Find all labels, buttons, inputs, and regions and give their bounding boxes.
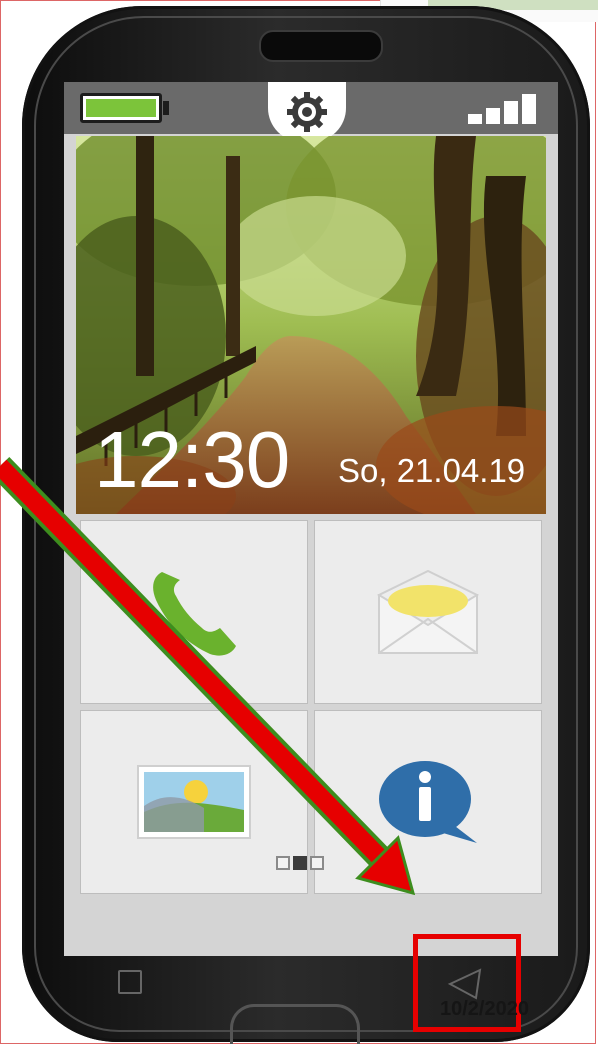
phone-screen: 12:30 So, 21.04.19 bbox=[64, 82, 558, 956]
phone-icon bbox=[153, 572, 236, 656]
info-icon bbox=[379, 761, 477, 843]
tile-phone[interactable] bbox=[80, 520, 308, 704]
signal-bar bbox=[504, 101, 518, 124]
picture-icon bbox=[137, 765, 251, 839]
tile-gallery[interactable] bbox=[80, 710, 308, 894]
battery-tip bbox=[163, 101, 169, 115]
page-dot-active bbox=[293, 856, 307, 870]
recent-apps-button[interactable] bbox=[118, 970, 142, 994]
clock-time: 12:30 bbox=[94, 415, 290, 504]
page-dot bbox=[276, 856, 290, 870]
signal-bar bbox=[522, 94, 536, 124]
settings-button[interactable] bbox=[268, 82, 346, 142]
page-indicator bbox=[276, 856, 324, 870]
signal-strength-icon bbox=[468, 94, 542, 124]
date-stamp: 10/2/2020 bbox=[440, 998, 529, 1020]
wallpaper-forest: 12:30 So, 21.04.19 bbox=[76, 136, 546, 514]
earpiece-speaker bbox=[259, 30, 383, 62]
page-dot bbox=[310, 856, 324, 870]
envelope-icon bbox=[376, 569, 480, 654]
battery-icon bbox=[80, 93, 162, 123]
tile-messages[interactable] bbox=[314, 520, 542, 704]
clock-date: So, 21.04.19 bbox=[338, 452, 526, 489]
gear-icon bbox=[287, 92, 327, 132]
signal-bar bbox=[486, 108, 500, 124]
tile-info[interactable] bbox=[314, 710, 542, 894]
home-button[interactable] bbox=[230, 1004, 360, 1044]
battery-level bbox=[86, 99, 156, 117]
signal-bar bbox=[468, 114, 482, 124]
status-bar bbox=[64, 82, 558, 142]
